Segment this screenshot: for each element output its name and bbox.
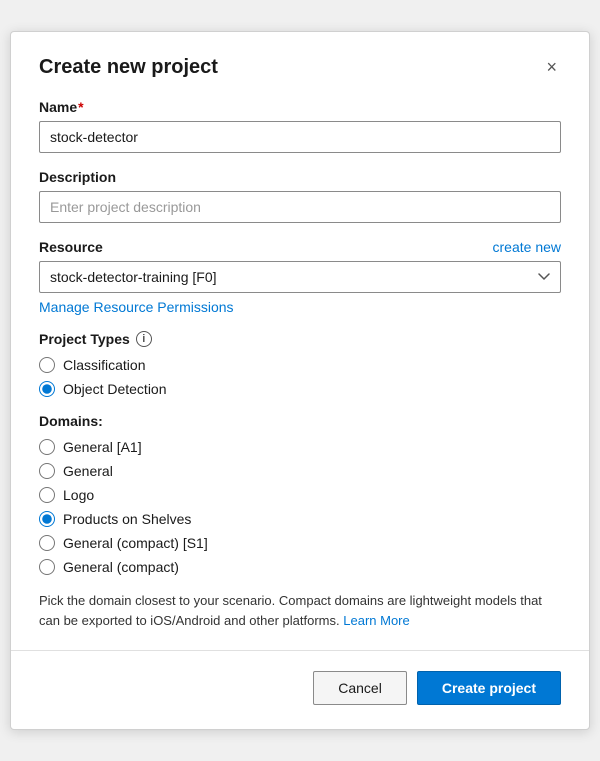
cancel-button[interactable]: Cancel xyxy=(313,671,407,705)
description-label: Description xyxy=(39,169,561,185)
manage-permissions-link[interactable]: Manage Resource Permissions xyxy=(39,299,234,315)
domain-general-compact[interactable]: General (compact) xyxy=(39,559,561,575)
create-project-button[interactable]: Create project xyxy=(417,671,561,705)
general-a1-label: General [A1] xyxy=(63,439,142,455)
description-field-group: Description xyxy=(39,169,561,223)
classification-label: Classification xyxy=(63,357,145,373)
general-label: General xyxy=(63,463,113,479)
description-input[interactable] xyxy=(39,191,561,223)
resource-label: Resource xyxy=(39,239,103,255)
domains-label: Domains: xyxy=(39,413,561,429)
description-note: Pick the domain closest to your scenario… xyxy=(39,591,561,630)
create-project-dialog: Create new project × Name* Description R… xyxy=(10,31,590,730)
domain-products-on-shelves[interactable]: Products on Shelves xyxy=(39,511,561,527)
info-icon: i xyxy=(136,331,152,347)
general-a1-radio[interactable] xyxy=(39,439,55,455)
dialog-footer: Cancel Create project xyxy=(39,667,561,705)
footer-divider xyxy=(11,650,589,651)
logo-radio[interactable] xyxy=(39,487,55,503)
general-compact-radio[interactable] xyxy=(39,559,55,575)
create-new-link[interactable]: create new xyxy=(493,239,561,255)
project-types-radio-group: Classification Object Detection xyxy=(39,357,561,397)
dialog-title: Create new project xyxy=(39,56,218,79)
resource-header: Resource create new xyxy=(39,239,561,255)
radio-item-classification[interactable]: Classification xyxy=(39,357,561,373)
dialog-header: Create new project × xyxy=(39,56,561,79)
general-compact-s1-label: General (compact) [S1] xyxy=(63,535,208,551)
name-field-group: Name* xyxy=(39,99,561,153)
domain-logo[interactable]: Logo xyxy=(39,487,561,503)
general-radio[interactable] xyxy=(39,463,55,479)
domain-general-compact-s1[interactable]: General (compact) [S1] xyxy=(39,535,561,551)
domains-section: Domains: General [A1] General Logo Produ… xyxy=(39,413,561,575)
required-indicator: * xyxy=(78,99,83,115)
logo-label: Logo xyxy=(63,487,94,503)
close-button[interactable]: × xyxy=(542,56,561,78)
products-on-shelves-radio[interactable] xyxy=(39,511,55,527)
project-types-section: Project Types i Classification Object De… xyxy=(39,331,561,397)
general-compact-label: General (compact) xyxy=(63,559,179,575)
project-types-title: Project Types i xyxy=(39,331,561,347)
domains-radio-group: General [A1] General Logo Products on Sh… xyxy=(39,439,561,575)
resource-select[interactable]: stock-detector-training [F0] xyxy=(39,261,561,293)
classification-radio[interactable] xyxy=(39,357,55,373)
domain-general-a1[interactable]: General [A1] xyxy=(39,439,561,455)
products-on-shelves-label: Products on Shelves xyxy=(63,511,191,527)
object-detection-radio[interactable] xyxy=(39,381,55,397)
name-label: Name* xyxy=(39,99,561,115)
general-compact-s1-radio[interactable] xyxy=(39,535,55,551)
name-input[interactable] xyxy=(39,121,561,153)
domain-general[interactable]: General xyxy=(39,463,561,479)
resource-field-group: Resource create new stock-detector-train… xyxy=(39,239,561,315)
radio-item-object-detection[interactable]: Object Detection xyxy=(39,381,561,397)
object-detection-label: Object Detection xyxy=(63,381,167,397)
learn-more-link[interactable]: Learn More xyxy=(343,613,409,628)
